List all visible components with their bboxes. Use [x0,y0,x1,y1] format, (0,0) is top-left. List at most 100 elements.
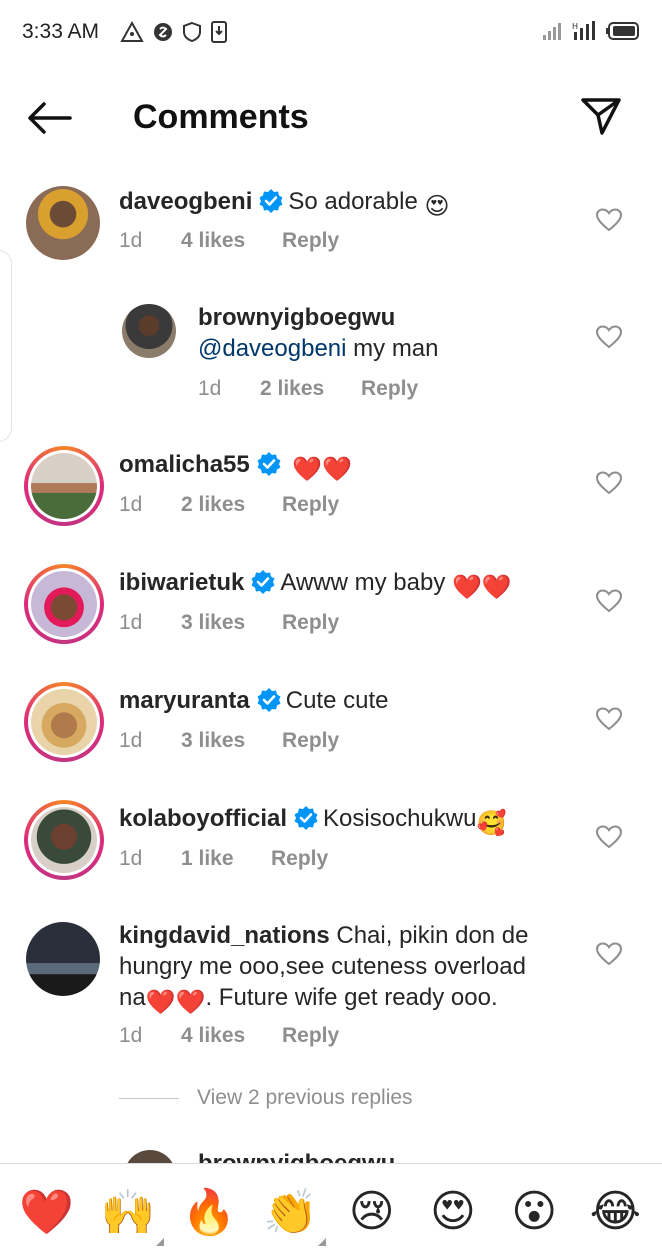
verified-badge-icon [251,570,275,594]
comment-body: kolaboyofficial Kosisochukwu🥰 [119,803,572,839]
avatar-story-ring[interactable] [24,800,104,880]
comment-meta: 1d 2 likes Reply [198,377,418,401]
like-heart-icon[interactable] [596,208,622,232]
comment-body: ibiwarietuk Awww my baby ❤️❤️ [119,567,572,603]
surprised-emoji-icon: 😮 [511,1187,558,1236]
comment-time: 1d [119,611,143,634]
signal-icon [543,23,561,40]
reply-button[interactable]: Reply [282,729,339,753]
comment-time: 1d [119,847,143,870]
emoji-heart-eyes-button[interactable]: 😍 [425,1184,481,1240]
crying-emoji-icon: 😢 [348,1187,395,1236]
comment-likes[interactable]: 2 likes [260,377,361,401]
comment-username[interactable]: kingdavid_nations [119,922,330,949]
comment-text: Cute cute [285,687,389,714]
triangle-app-icon [120,21,144,42]
like-heart-icon[interactable] [596,707,622,731]
comment-likes[interactable]: 3 likes [181,611,282,635]
comment-body: omalicha55 ❤️❤️ [119,449,572,485]
comment-meta: 1d 3 likes Reply [119,729,339,753]
arrow-left-icon [28,102,72,134]
comment-body: daveogbeni So adorable 😍 [119,186,572,222]
comment-body: kingdavid_nations Chai, pikin don de hun… [119,920,552,1018]
emoji-heart-button[interactable]: ❤️ [19,1184,75,1240]
send-icon [581,98,621,135]
emoji-clapping-button[interactable]: 👏 [262,1184,327,1246]
verified-badge-icon [257,688,281,712]
mention-link[interactable]: @daveogbeni [198,335,346,362]
avatar-story-ring[interactable] [24,682,104,762]
back-button[interactable] [26,96,76,140]
app-header: Comments [0,80,662,156]
comment-time: 1d [119,493,143,516]
raising-hands-emoji-icon: 🙌 [100,1187,156,1237]
comment-username[interactable]: omalicha55 [119,451,250,478]
reply-button[interactable]: Reply [282,611,339,635]
shield-icon [183,21,201,43]
comment-time: 1d [119,229,143,252]
avatar[interactable] [26,186,100,260]
comment-meta: 1d 1 like Reply [119,847,328,871]
comment-username[interactable]: brownyigboegwu [198,304,395,331]
comment-likes[interactable]: 4 likes [181,1024,282,1048]
fire-emoji-icon: 🔥 [181,1187,237,1237]
verified-badge-icon [259,189,283,213]
like-heart-icon[interactable] [596,942,622,966]
divider [119,1097,179,1099]
like-heart-icon[interactable] [596,325,622,349]
reply-button[interactable]: Reply [282,229,339,253]
shazam-icon [154,23,172,41]
comment-text-end: . Future wife get ready ooo. [205,984,498,1011]
reply-button[interactable]: Reply [282,1024,339,1048]
comment-text: So adorable [288,188,418,215]
skin-tone-indicator [318,1237,327,1246]
comment-time: 1d [119,1024,143,1047]
like-heart-icon[interactable] [596,471,622,495]
comment-likes[interactable]: 4 likes [181,229,282,253]
page-title: Comments [133,98,309,136]
view-previous-replies[interactable]: View 2 previous replies [119,1086,413,1110]
comment-time: 1d [119,729,143,752]
side-panel-edge [0,250,12,442]
comment-username[interactable]: daveogbeni [119,188,252,215]
emoji-hearts: ❤️❤️ [145,989,206,1016]
emoji-heart-eyes: 😍 [424,193,450,220]
comment-time: 1d [198,377,222,400]
svg-text:H: H [572,22,578,31]
comment-username[interactable]: maryuranta [119,687,250,714]
comment-likes[interactable]: 1 like [181,847,271,871]
verified-badge-icon [294,806,318,830]
status-system-icons: H [542,20,640,42]
download-icon [211,21,227,43]
signal-h-icon: H [572,21,595,40]
comment-username[interactable]: ibiwarietuk [119,569,244,596]
status-bar: 3:33 AM H [0,0,662,68]
avatar[interactable] [122,304,176,358]
laughing-emoji-icon: 😂 [589,1187,642,1236]
status-time: 3:33 AM [22,20,100,43]
emoji-raising-hands-button[interactable]: 🙌 [100,1184,164,1246]
emoji-crying-button[interactable]: 😢 [344,1184,400,1240]
like-heart-icon[interactable] [596,589,622,613]
comment-body: maryuranta Cute cute [119,685,572,716]
emoji-fire-button[interactable]: 🔥 [181,1184,237,1240]
share-button[interactable] [580,96,626,140]
reply-button[interactable]: Reply [271,847,328,871]
comment-likes[interactable]: 3 likes [181,729,282,753]
heart-emoji-icon: ❤️ [19,1187,75,1237]
comment-username[interactable]: kolaboyofficial [119,805,287,832]
avatar-story-ring[interactable] [24,446,104,526]
avatar[interactable] [26,922,100,996]
comment-likes[interactable]: 2 likes [181,493,282,517]
emoji-laughing-button[interactable]: 😂 [587,1184,643,1240]
avatar-story-ring[interactable] [24,564,104,644]
comment-text: my man [353,335,439,362]
emoji-surprised-button[interactable]: 😮 [506,1184,562,1240]
comment-text: Kosisochukwu [323,805,477,832]
clapping-emoji-icon: 👏 [262,1187,318,1237]
comment-meta: 1d 2 likes Reply [119,493,339,517]
reply-button[interactable]: Reply [361,377,418,401]
comment-body: brownyigboegwu @daveogbeni my man [198,302,572,364]
reply-button[interactable]: Reply [282,493,339,517]
like-heart-icon[interactable] [596,825,622,849]
